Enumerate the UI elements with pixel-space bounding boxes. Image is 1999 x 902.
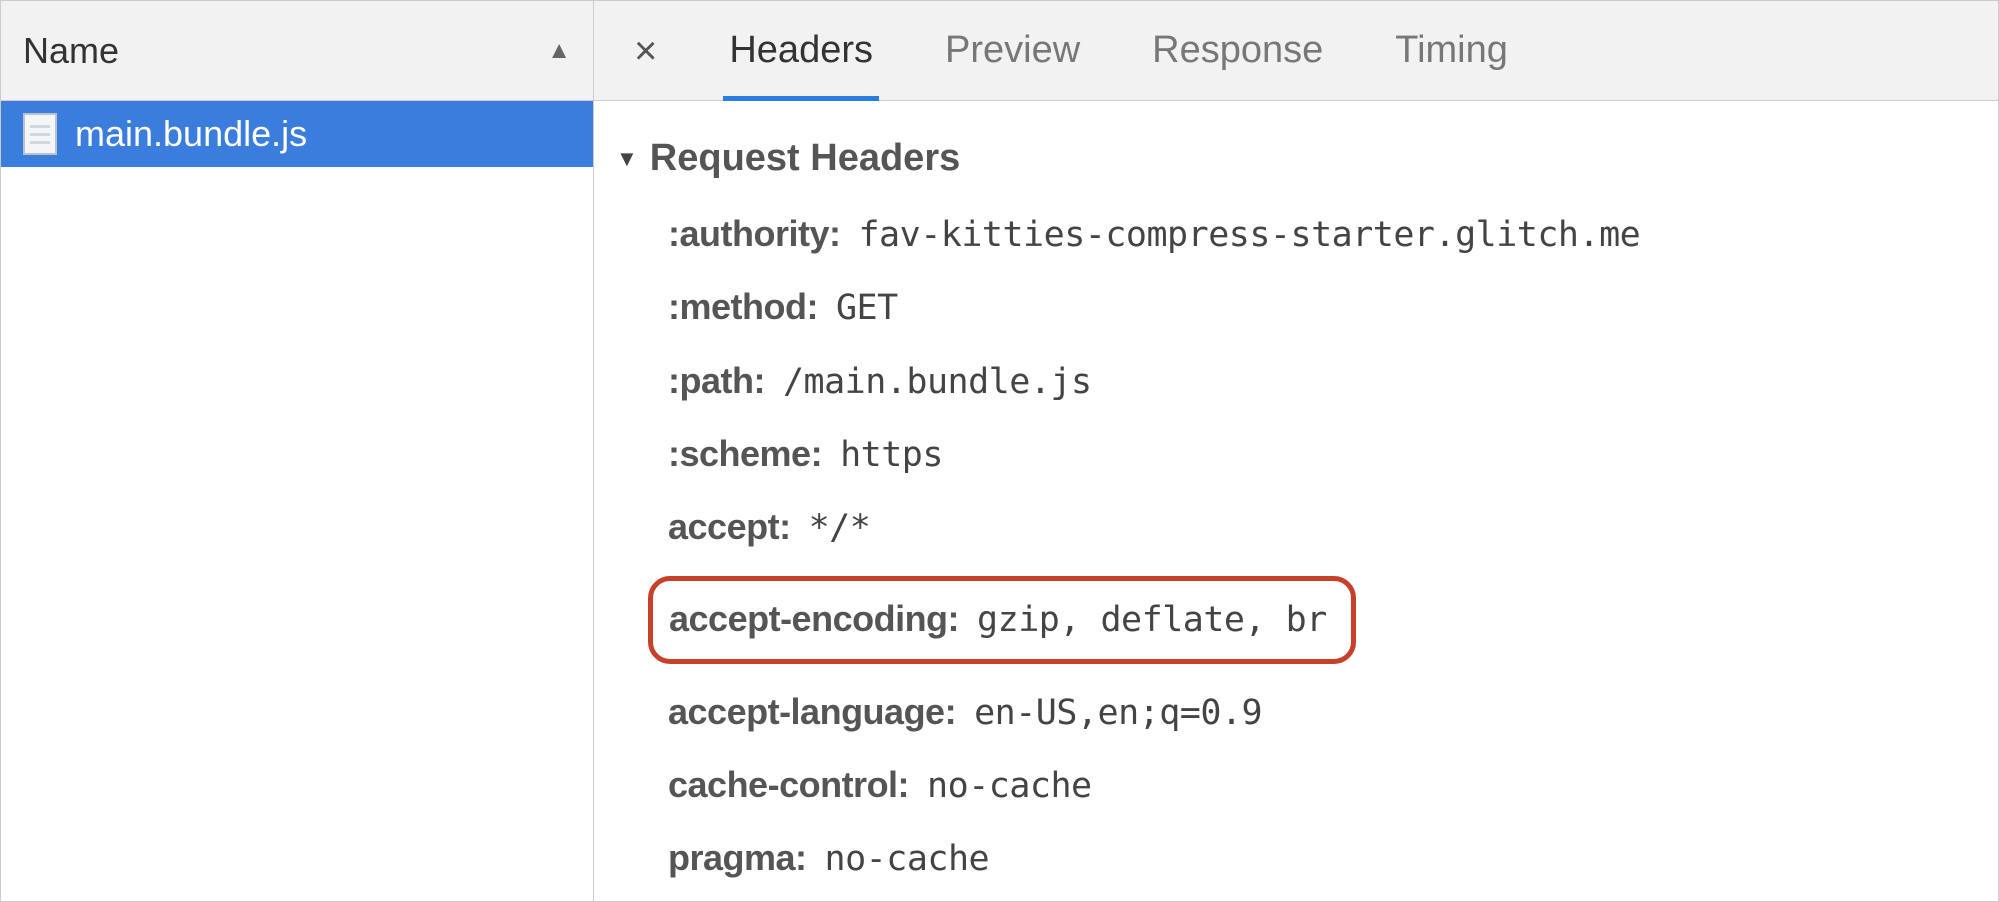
request-headers-list: :authority: fav-kitties-compress-starter.… xyxy=(616,210,1976,883)
devtools-network-panel: Name ▲ main.bundle.js × Headers Preview … xyxy=(0,0,1999,902)
tab-timing[interactable]: Timing xyxy=(1395,1,1508,100)
header-name: :path: xyxy=(668,357,765,406)
header-value: no-cache xyxy=(825,836,990,883)
request-row-selected[interactable]: main.bundle.js xyxy=(1,101,593,167)
header-value: fav-kitties-compress-starter.glitch.me xyxy=(858,212,1640,259)
disclosure-triangle-icon[interactable]: ▼ xyxy=(616,146,638,172)
header-value: https xyxy=(840,432,943,479)
header-line: :scheme: https xyxy=(668,430,1976,479)
header-value: /main.bundle.js xyxy=(783,359,1092,406)
column-header-name[interactable]: Name xyxy=(23,30,119,72)
headers-section: ▼ Request Headers :authority: fav-kitties… xyxy=(594,101,1998,901)
header-line: accept-encoding: gzip, deflate, br xyxy=(669,595,1327,644)
header-name: :scheme: xyxy=(668,430,822,479)
header-value: */* xyxy=(809,505,871,552)
header-name: accept-language: xyxy=(668,688,956,737)
detail-tabs: × Headers Preview Response Timing xyxy=(594,1,1998,101)
header-line: :path: /main.bundle.js xyxy=(668,357,1976,406)
header-line: :authority: fav-kitties-compress-starter.… xyxy=(668,210,1976,259)
header-name: :authority: xyxy=(668,210,840,259)
section-header[interactable]: ▼ Request Headers xyxy=(616,137,1976,180)
header-name: accept-encoding: xyxy=(669,595,959,644)
file-icon xyxy=(23,113,57,155)
section-title: Request Headers xyxy=(650,137,960,180)
tab-headers[interactable]: Headers xyxy=(729,1,873,100)
header-name: cache-control: xyxy=(668,761,909,810)
header-value: en-US,en;q=0.9 xyxy=(974,690,1262,737)
request-detail-panel: × Headers Preview Response Timing ▼ Requ… xyxy=(594,1,1998,901)
header-value: GET xyxy=(836,285,898,332)
header-value: no-cache xyxy=(927,763,1092,810)
header-name: :method: xyxy=(668,283,818,332)
tab-preview[interactable]: Preview xyxy=(945,1,1080,100)
highlighted-header: accept-encoding: gzip, deflate, br xyxy=(648,576,1356,663)
sort-ascending-icon: ▲ xyxy=(547,37,571,65)
header-line: accept-language: en-US,en;q=0.9 xyxy=(668,688,1976,737)
header-line: pragma: no-cache xyxy=(668,834,1976,883)
header-line: :method: GET xyxy=(668,283,1976,332)
request-list-header[interactable]: Name ▲ xyxy=(1,1,593,101)
header-value: gzip, deflate, br xyxy=(977,597,1327,644)
header-name: accept: xyxy=(668,503,791,552)
close-icon[interactable]: × xyxy=(634,31,657,71)
header-line: cache-control: no-cache xyxy=(668,761,1976,810)
tab-response[interactable]: Response xyxy=(1152,1,1323,100)
header-name: pragma: xyxy=(668,834,807,883)
header-line: accept: */* xyxy=(668,503,1976,552)
request-file-name: main.bundle.js xyxy=(75,113,307,155)
request-list-panel: Name ▲ main.bundle.js xyxy=(1,1,594,901)
